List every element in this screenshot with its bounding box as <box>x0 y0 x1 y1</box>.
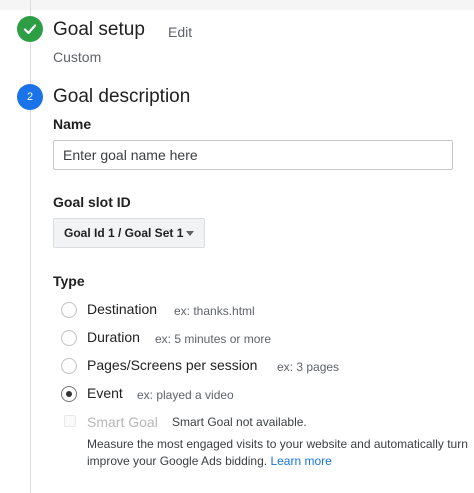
radio-duration-label[interactable]: Duration <box>87 329 140 345</box>
radio-event[interactable] <box>61 386 77 402</box>
goal-name-input[interactable] <box>53 140 453 170</box>
step-complete-check-icon <box>17 16 43 42</box>
smart-goal-unavailable-note: Smart Goal not available. <box>172 415 307 429</box>
radio-event-hint: ex: played a video <box>137 388 234 402</box>
smart-goal-description-line2: improve your Google Ads bidding. Learn m… <box>87 453 474 470</box>
dropdown-caret-icon <box>186 231 194 236</box>
smart-goal-description: Measure the most engaged visits to your … <box>87 436 474 470</box>
learn-more-link[interactable]: Learn more <box>270 454 331 468</box>
radio-pages-per-session-hint: ex: 3 pages <box>277 360 340 374</box>
goal-setup-summary: Custom <box>53 49 102 65</box>
edit-goal-setup-button[interactable]: Edit <box>168 24 192 40</box>
step-goal-description-title: Goal description <box>53 86 191 107</box>
smart-goal-label: Smart Goal <box>87 414 158 430</box>
radio-destination[interactable] <box>61 302 77 318</box>
radio-pages-per-session-label[interactable]: Pages/Screens per session <box>87 357 257 373</box>
radio-duration[interactable] <box>61 330 77 346</box>
goal-slot-selected-value: Goal Id 1 / Goal Set 1 <box>64 226 184 240</box>
smart-goal-description-line1: Measure the most engaged visits to your … <box>87 437 468 451</box>
smart-goal-description-line2-text: improve your Google Ads bidding. <box>87 454 268 468</box>
stepper-line-top <box>30 0 31 16</box>
type-label: Type <box>53 273 85 289</box>
goal-slot-label: Goal slot ID <box>53 194 131 210</box>
check-icon <box>23 24 37 35</box>
radio-event-label[interactable]: Event <box>87 385 123 401</box>
radio-destination-label[interactable]: Destination <box>87 301 157 317</box>
step-number-badge: 2 <box>17 84 43 110</box>
radio-destination-hint: ex: thanks.html <box>174 304 255 318</box>
radio-pages-per-session[interactable] <box>61 358 77 374</box>
top-strip <box>0 0 474 10</box>
radio-duration-hint: ex: 5 minutes or more <box>155 332 272 346</box>
radio-selected-dot <box>66 391 72 397</box>
step-goal-setup-title: Goal setup <box>53 19 145 40</box>
name-label: Name <box>53 116 92 132</box>
smart-goal-checkbox <box>64 415 76 427</box>
goal-slot-dropdown[interactable]: Goal Id 1 / Goal Set 1 <box>53 218 205 248</box>
